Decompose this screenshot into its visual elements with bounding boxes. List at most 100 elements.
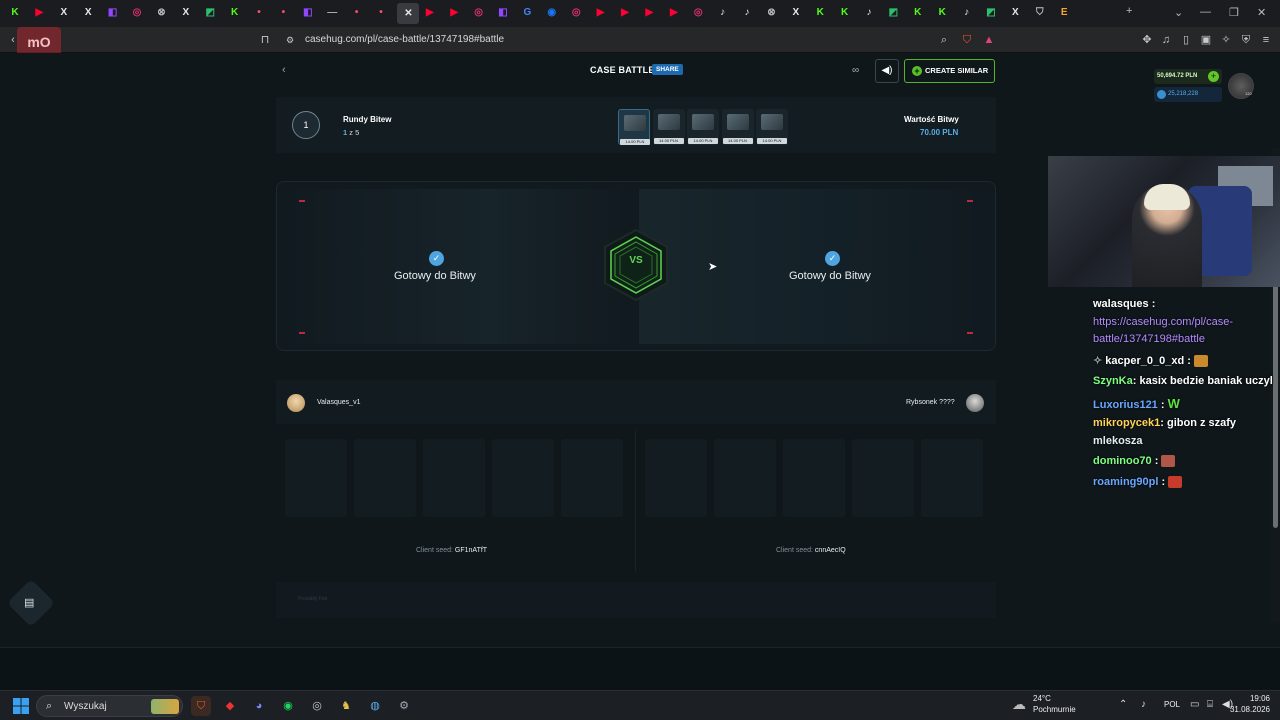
balance-coins[interactable]: 25,218,228 — [1154, 87, 1222, 102]
browser-tab[interactable]: ⛉ — [1032, 5, 1048, 21]
new-tab-icon[interactable]: + — [1126, 5, 1132, 17]
avatar[interactable] — [287, 394, 305, 412]
browser-tab[interactable]: ◧ — [105, 5, 121, 21]
player-left-name[interactable]: Valasques_v1 — [317, 399, 360, 406]
sound-toggle-button[interactable]: ◀) — [875, 59, 899, 83]
display-icon[interactable]: ▭ — [1190, 699, 1199, 710]
browser-tab[interactable]: ▶ — [593, 5, 609, 21]
app-yellow-icon[interactable]: ♞ — [336, 696, 356, 716]
wallet-icon[interactable]: ▣ — [1199, 33, 1213, 47]
spotify-icon[interactable]: ◉ — [278, 696, 298, 716]
browser-tab[interactable]: ◧ — [300, 5, 316, 21]
url-text[interactable]: casehug.com/pl/case-battle/13747198#batt… — [305, 34, 504, 45]
browser-tab[interactable]: K — [7, 5, 23, 21]
close-window-icon[interactable]: ✕ — [1257, 6, 1266, 19]
browser-tab[interactable]: — — [324, 5, 340, 21]
chat-text: : gibon z szafy — [1160, 417, 1237, 429]
menu-icon[interactable]: ≡ — [1259, 33, 1273, 47]
browser-tab[interactable]: G — [519, 5, 535, 21]
balance-coins-value: 25,218,228 — [1168, 91, 1199, 97]
case-slot[interactable]: 14.00 PLN — [687, 109, 719, 145]
browser-tab[interactable]: K — [837, 5, 853, 21]
case-slot[interactable]: 14.00 PLN — [652, 109, 685, 145]
browser-tab[interactable]: ◩ — [202, 5, 218, 21]
browser-tab[interactable]: ◎ — [471, 5, 487, 21]
media-icon[interactable]: ♫ — [1159, 33, 1173, 47]
windows-start-icon[interactable] — [13, 698, 29, 714]
browser-tab[interactable]: X — [1007, 5, 1023, 21]
browser-tab[interactable]: ♪ — [959, 5, 975, 21]
browser-tab[interactable]: • — [251, 5, 267, 21]
maximize-icon[interactable]: ❐ — [1229, 6, 1239, 19]
case-slot[interactable]: 14.00 PLN — [756, 109, 788, 145]
vpn-icon[interactable]: ⛨ — [1239, 33, 1253, 47]
seed-value: cnnAecIQ — [814, 547, 846, 554]
browser-tab[interactable]: ◎ — [568, 5, 584, 21]
browser-tab[interactable]: ▶ — [31, 5, 47, 21]
browser-tab[interactable]: ▶ — [641, 5, 657, 21]
browser-tab[interactable]: K — [812, 5, 828, 21]
back-button[interactable]: ‹ — [282, 64, 286, 76]
browser-tab[interactable]: • — [373, 5, 389, 21]
browser-tab[interactable]: ▶ — [446, 5, 462, 21]
browser-tab[interactable]: K — [934, 5, 950, 21]
browser-tab[interactable]: X — [788, 5, 804, 21]
taskbar-search[interactable]: ⌕ Wyszukaj — [36, 695, 183, 717]
browser-tab[interactable]: ⊗ — [763, 5, 779, 21]
deposit-plus-icon[interactable]: + — [1208, 71, 1219, 82]
network-icon[interactable]: ⌸ — [1207, 699, 1213, 710]
rounds-total: z 5 — [349, 128, 360, 137]
browser-tab[interactable]: ◧ — [495, 5, 511, 21]
player-right-name[interactable]: Rybsonek ???? — [906, 399, 955, 406]
discord-icon[interactable]: ◕ — [249, 696, 269, 716]
browser-tab[interactable]: ◎ — [129, 5, 145, 21]
browser-tab[interactable]: ◩ — [885, 5, 901, 21]
browser-tab[interactable]: ▶ — [666, 5, 682, 21]
browser-tab[interactable]: X — [178, 5, 194, 21]
sidebar-icon[interactable]: ▯ — [1179, 33, 1193, 47]
browser-tab[interactable]: K — [227, 5, 243, 21]
minimize-icon[interactable]: — — [1200, 6, 1211, 18]
browser-tab[interactable]: ♪ — [739, 5, 755, 21]
browser-tab[interactable]: X — [80, 5, 96, 21]
browser-tab[interactable]: K — [910, 5, 926, 21]
browser-tab[interactable]: ▶ — [422, 5, 438, 21]
browser-tab[interactable]: • — [275, 5, 291, 21]
brave-shield-icon[interactable]: ⛉ — [960, 33, 974, 47]
browser-tab[interactable]: X — [56, 5, 72, 21]
clock-date[interactable]: 31.08.2026 — [1228, 705, 1270, 714]
brave-rewards-icon[interactable]: ▲ — [982, 33, 996, 47]
provably-fair-link[interactable]: Provably Fair — [298, 596, 327, 602]
browser-tab[interactable]: ▶ — [617, 5, 633, 21]
browser-tab[interactable]: ✕ — [397, 3, 420, 24]
extensions-icon[interactable]: ✥ — [1140, 33, 1154, 47]
browser-tab[interactable]: ⊗ — [153, 5, 169, 21]
microphone-icon[interactable]: ♪ — [1141, 699, 1146, 710]
copy-link-icon[interactable]: ∞ — [852, 65, 859, 76]
browser-tab[interactable]: ◩ — [983, 5, 999, 21]
obs-icon[interactable]: ◎ — [307, 696, 327, 716]
case-slot[interactable]: 14.00 PLN — [618, 109, 650, 145]
case-slot[interactable]: 14.00 PLN — [721, 109, 754, 145]
settings-icon[interactable]: ⚙ — [394, 696, 414, 716]
app-red-icon[interactable]: ◆ — [220, 696, 240, 716]
avatar[interactable] — [966, 394, 984, 412]
brave-app-icon[interactable]: ⛉ — [191, 696, 211, 716]
leo-icon[interactable]: ✧ — [1219, 33, 1233, 47]
site-settings-icon[interactable]: ⚙ — [283, 33, 297, 47]
browser-tab[interactable]: ♪ — [715, 5, 731, 21]
clock-time[interactable]: 19:06 — [1238, 694, 1270, 703]
browser-tab[interactable]: • — [349, 5, 365, 21]
browser-tab[interactable]: E — [1056, 5, 1072, 21]
language-indicator[interactable]: POL — [1164, 700, 1180, 709]
bookmark-icon[interactable]: ⊓ — [258, 33, 272, 47]
tray-chevron-icon[interactable]: ⌃ — [1119, 699, 1127, 710]
browser-tab[interactable]: ♪ — [861, 5, 877, 21]
create-similar-button[interactable]: + CREATE SIMILAR — [904, 59, 995, 83]
tab-list-icon[interactable]: ⌄ — [1174, 6, 1183, 19]
browser-tab[interactable]: ◉ — [544, 5, 560, 21]
zoom-icon[interactable]: ⌕ — [937, 33, 951, 47]
share-button[interactable]: SHARE — [652, 64, 683, 75]
browser-tab[interactable]: ◎ — [690, 5, 706, 21]
app-globe-icon[interactable]: ◍ — [365, 696, 385, 716]
